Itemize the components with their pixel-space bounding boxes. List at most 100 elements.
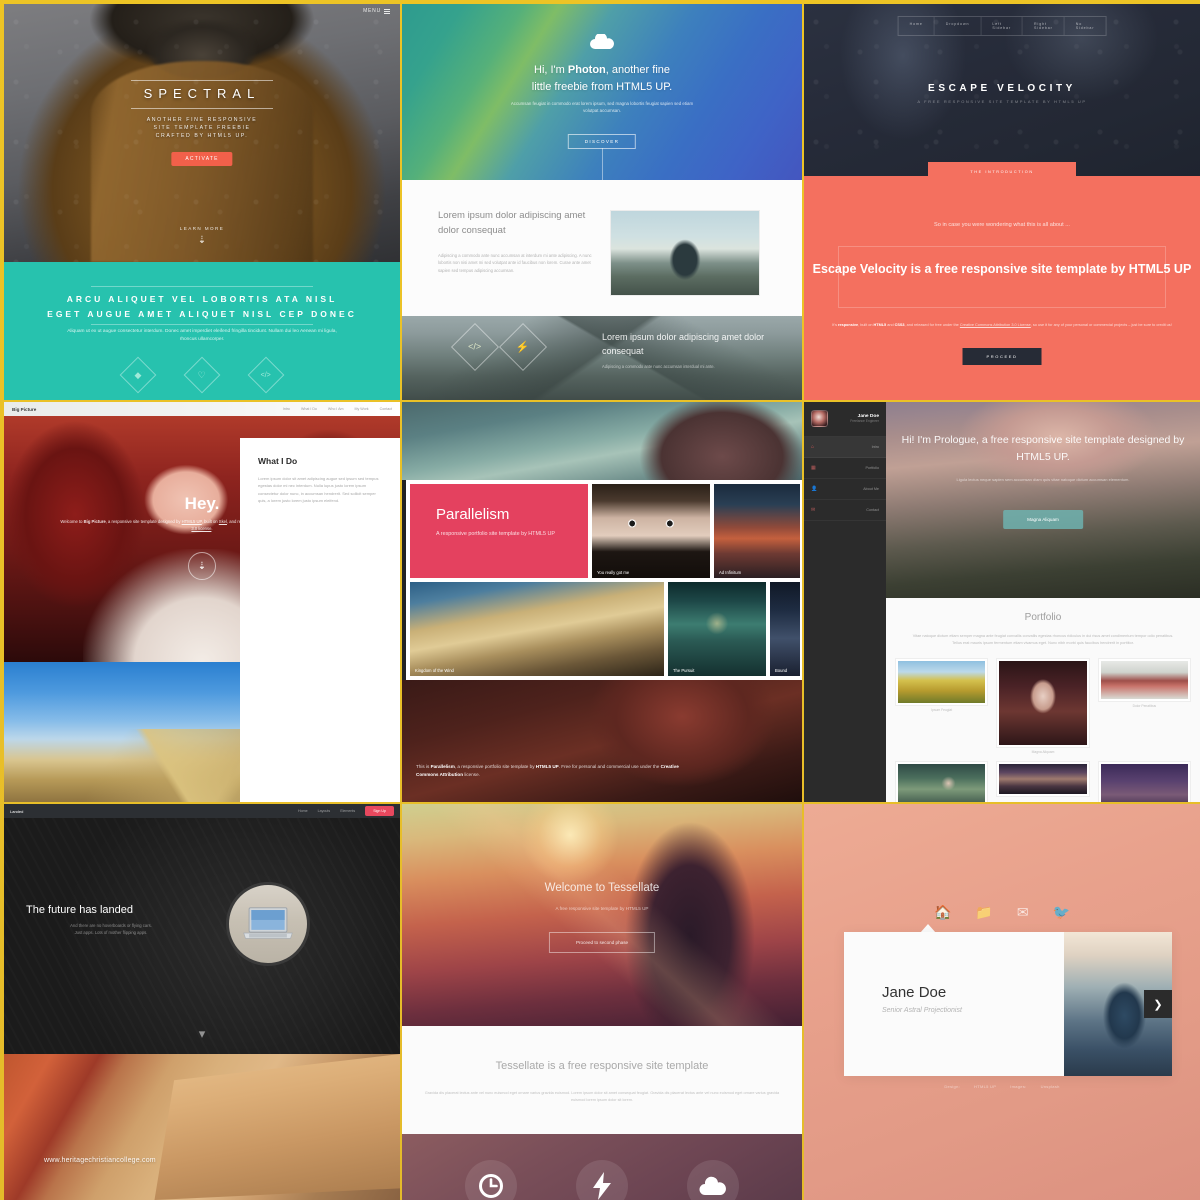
panel-big-picture[interactable]: Big Picture Intro What I Do Who I Am My … xyxy=(4,402,400,802)
pro-thumb[interactable]: Ipsum Feugiat xyxy=(896,659,988,754)
ev-big-heading: Escape Velocity is a free responsive sit… xyxy=(812,262,1192,276)
panel-parallelism[interactable]: Parallelism A responsive portfolio site … xyxy=(402,402,802,802)
tes-proceed-button[interactable]: Proceed to second phase xyxy=(548,932,656,953)
pro-thumb[interactable] xyxy=(1098,762,1190,802)
down-arrow-icon[interactable]: ⇣ xyxy=(188,552,216,580)
sidebar-item-contact[interactable]: ✉ Contact xyxy=(804,500,886,521)
pro-hero-heading: Hi! I'm Prologue, a free responsive site… xyxy=(901,434,1185,463)
avatar-icon xyxy=(811,410,828,427)
bolt-icon[interactable] xyxy=(575,1160,628,1200)
ev-nav[interactable]: Home Dropdown Left Sidebar Right Sidebar… xyxy=(897,16,1107,36)
lan-hero-paragraph: And there are no hoverboards or flying c… xyxy=(70,923,152,936)
pro-hero-button[interactable]: Magna Aliquam xyxy=(1003,510,1083,529)
pro-thumb[interactable]: Dolor Penatibus xyxy=(1098,659,1190,754)
twitter-icon[interactable]: 🐦 xyxy=(1053,904,1070,921)
ev-proceed-button[interactable]: PROCEED xyxy=(962,348,1042,365)
code-icon[interactable]: </> xyxy=(450,322,500,372)
tes-hero-heading: Welcome to Tessellate xyxy=(544,882,660,894)
id-nav[interactable]: 🏠 📁 ✉ 🐦 xyxy=(804,904,1200,921)
ev-nav-item[interactable]: Dropdown xyxy=(935,17,982,35)
heart-icon[interactable]: ♡ xyxy=(183,356,221,394)
par-tile[interactable]: The Pursuit xyxy=(668,582,766,676)
ev-lead-text: So in case you were wondering what this … xyxy=(934,222,1070,228)
home-icon[interactable]: 🏠 xyxy=(934,904,951,921)
lan-nav-item[interactable]: Elements xyxy=(340,809,355,813)
panel-identity[interactable]: 🏠 📁 ✉ 🐦 Jane Doe Senior Astral Projectio… xyxy=(804,804,1200,1200)
mail-icon[interactable]: ✉ xyxy=(1017,904,1029,921)
panel-photon[interactable]: Hi, I'm Photon, another fine little free… xyxy=(402,4,802,400)
par-tile[interactable]: Bound xyxy=(770,582,800,676)
tes-footer-section xyxy=(402,1134,802,1200)
bp-nav-item[interactable]: What I Do xyxy=(301,407,317,411)
panel-landed[interactable]: Landed Home Layouts Elements Sign Up The… xyxy=(4,804,400,1200)
pro-thumb-grid: Ipsum Feugiat Magna Aliquam Dolor Penati… xyxy=(896,659,1190,802)
panel-tessellate[interactable]: Welcome to Tessellate A free responsive … xyxy=(402,804,802,1200)
sidebar-item-portfolio[interactable]: ▦ Portfolio xyxy=(804,458,886,479)
pro-thumb[interactable]: Magna Aliquam xyxy=(997,659,1089,754)
lan-nav-item[interactable]: Home xyxy=(298,809,308,813)
bp-skel-link[interactable]: Skel xyxy=(219,519,227,524)
bp-what-i-do-card: What I Do Lorem ipsum dolor sit amet adi… xyxy=(240,438,400,802)
panel-spectral[interactable]: MENU SPECTRAL ANOTHER FINE RESPONSIVE SI… xyxy=(4,4,400,400)
id-footer: Design: HTML5 UP Images: Unsplash xyxy=(804,1084,1200,1089)
ev-nav-item[interactable]: Right Sidebar xyxy=(1023,17,1065,35)
par-tile[interactable]: Kingdom of the Wind xyxy=(410,582,664,676)
template-grid: MENU SPECTRAL ANOTHER FINE RESPONSIVE SI… xyxy=(4,4,1200,1200)
thumb-caption: Magna Aliquam xyxy=(1031,750,1055,754)
panel-prologue[interactable]: Jane Doe Freelance Engineer ⌂ Intro ▦ Po… xyxy=(804,402,1200,802)
bolt-icon[interactable]: ⚡ xyxy=(498,322,548,372)
lan-header: Landed Home Layouts Elements Sign Up xyxy=(4,804,400,818)
photon-lower-icons: </> ⚡ xyxy=(450,322,548,372)
bp-nav-item[interactable]: Who I Am xyxy=(328,407,344,411)
pro-thumb[interactable] xyxy=(896,762,988,802)
par-tile-grid: Parallelism A responsive portfolio site … xyxy=(406,480,802,680)
sidebar-item-about-me[interactable]: 👤 About Me xyxy=(804,479,886,500)
ev-nav-item[interactable]: Left Sidebar xyxy=(981,17,1024,35)
photon-section-paragraph: Adipiscing a commodo ante nunc accumsan … xyxy=(438,253,592,273)
bp-header: Big Picture Intro What I Do Who I Am My … xyxy=(4,402,400,416)
photon-section-heading: Lorem ipsum dolor adipiscing amet dolor … xyxy=(438,210,586,236)
clock-icon[interactable] xyxy=(465,1160,518,1200)
bp-logo[interactable]: Big Picture xyxy=(12,407,36,412)
ev-nav-item[interactable]: Home xyxy=(899,17,935,35)
chevron-down-icon[interactable]: ▾ xyxy=(199,1026,206,1042)
spectral-feature-icons: ◆ ♡ </> xyxy=(4,356,400,394)
bp-nav[interactable]: Intro What I Do Who I Am My Work Contact xyxy=(283,407,392,411)
chevron-right-icon[interactable]: ❯ xyxy=(1144,990,1172,1018)
spectral-menu-label: MENU xyxy=(363,8,381,14)
photon-discover-button[interactable]: DISCOVER xyxy=(567,134,637,149)
bp-nav-item[interactable]: My Work xyxy=(355,407,369,411)
bp-html5up-link[interactable]: HTML5 UP xyxy=(182,519,202,524)
photon-lower-text: Lorem ipsum dolor adipiscing amet dolor … xyxy=(602,332,765,369)
cloud-icon[interactable] xyxy=(686,1160,739,1200)
lan-nav-item[interactable]: Layouts xyxy=(318,809,331,813)
panel-escape-velocity[interactable]: Home Dropdown Left Sidebar Right Sidebar… xyxy=(804,4,1200,400)
par-tile[interactable]: You really got me xyxy=(592,484,710,578)
sidebar-item-intro[interactable]: ⌂ Intro xyxy=(804,437,886,458)
pro-thumb[interactable] xyxy=(997,762,1089,802)
ev-license-link[interactable]: Creative Commons Attribution 3.0 License xyxy=(960,323,1031,327)
ev-intro-section: So in case you were wondering what this … xyxy=(804,176,1200,400)
id-footer-label: Images: xyxy=(1010,1084,1027,1089)
code-icon[interactable]: </> xyxy=(247,356,285,394)
ev-nav-item[interactable]: No Sidebar xyxy=(1065,17,1106,35)
folder-icon[interactable]: 📁 xyxy=(975,904,992,921)
par-tile[interactable]: Ad Infinitum xyxy=(714,484,800,578)
spectral-learn-more-label[interactable]: LEARN MORE xyxy=(4,226,400,231)
lan-logo[interactable]: Landed xyxy=(10,809,23,814)
photon-lower-section: </> ⚡ Lorem ipsum dolor adipiscing amet … xyxy=(402,316,802,400)
user-icon: 👤 xyxy=(811,486,818,492)
lan-signup-button[interactable]: Sign Up xyxy=(365,806,394,816)
bp-nav-item[interactable]: Intro xyxy=(283,407,290,411)
spectral-band-rule-top xyxy=(91,286,313,287)
spectral-activate-button[interactable]: ACTIVATE xyxy=(171,152,233,166)
lan-nav[interactable]: Home Layouts Elements Sign Up xyxy=(298,806,394,816)
id-footer-link[interactable]: HTML5 UP xyxy=(974,1084,996,1089)
spectral-menu-button[interactable]: MENU xyxy=(363,8,390,14)
id-footer-link[interactable]: Unsplash xyxy=(1041,1084,1060,1089)
spectral-rule-bottom xyxy=(130,108,274,109)
gem-icon[interactable]: ◆ xyxy=(119,356,157,394)
photon-content-section: Lorem ipsum dolor adipiscing amet dolor … xyxy=(402,180,802,316)
bp-nav-item[interactable]: Contact xyxy=(380,407,392,411)
down-arrow-icon[interactable]: ⇣ xyxy=(198,236,206,246)
